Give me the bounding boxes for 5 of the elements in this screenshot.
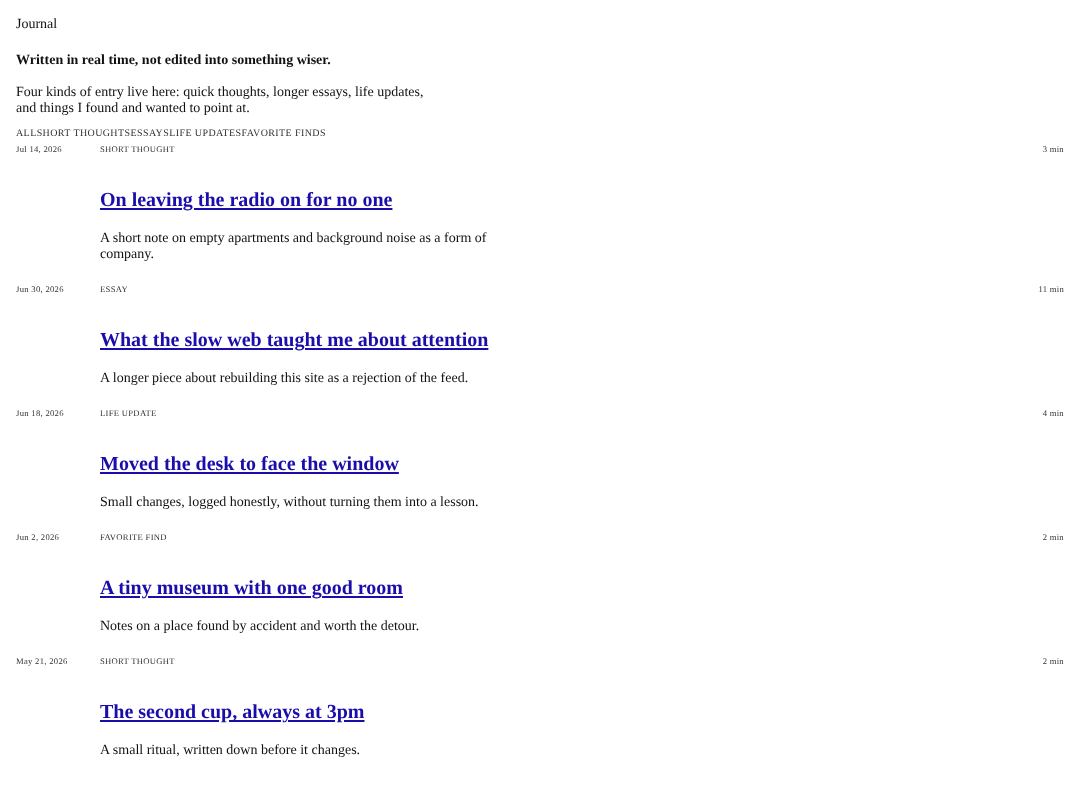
entry-title-link[interactable]: A tiny museum with one good room (100, 578, 403, 601)
entry-title-link[interactable]: What the slow web taught me about attention (100, 330, 489, 353)
entry-title-link[interactable]: The second cup, always at 3pm (100, 702, 365, 725)
entry-title-link[interactable]: On leaving the radio on for no one (100, 190, 393, 213)
entry-title-link[interactable]: Moved the desk to face the window (100, 454, 399, 477)
